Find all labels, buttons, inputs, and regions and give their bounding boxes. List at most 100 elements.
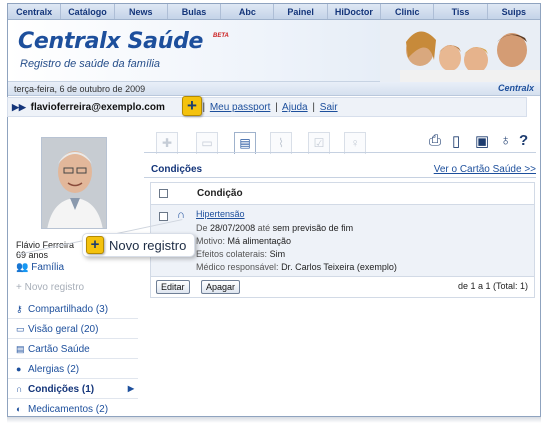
tab-new-record[interactable]: ✚	[156, 132, 178, 154]
nav-item-suips[interactable]: Suips	[488, 4, 540, 19]
family-link-label: Família	[31, 262, 65, 273]
table-row: ∩ Hipertensão De 28/07/2008 até sem prev…	[151, 205, 534, 277]
sidebar-item-cartao-saude[interactable]: ▤ Cartão Saúde	[8, 339, 138, 359]
ajuda-link[interactable]: Ajuda	[282, 102, 308, 113]
left-column: Flávio Ferreira 69 anos 👥 Família + Novo…	[8, 124, 138, 416]
sidebar-item-label: Cartão Saúde	[28, 344, 90, 355]
tab-folder[interactable]: ▭	[196, 132, 218, 154]
sidebar-item-medicamentos[interactable]: ◐ Medicamentos (2)	[8, 399, 138, 416]
nav-item-catalogo[interactable]: Catálogo	[61, 4, 115, 19]
section-divider	[144, 177, 536, 178]
column-header-condicao: Condição	[197, 188, 243, 199]
table-actions: Editar Apagar de 1 a 1 (Total: 1)	[151, 277, 534, 297]
sidebar-item-condicoes[interactable]: ∩ Condições (1) ▶	[8, 379, 138, 399]
plus-icon: +	[86, 236, 104, 254]
sidebar-item-alergias[interactable]: ● Alergias (2)	[8, 359, 138, 379]
beta-badge: BETA	[213, 33, 229, 39]
medico-label: Médico responsável:	[196, 262, 279, 272]
stethoscope-icon: ∩	[16, 384, 23, 394]
condition-efeitos: Efeitos colaterais: Sim	[196, 249, 285, 259]
date-bar: terça-feira, 6 de outubro de 2009 Centra…	[8, 82, 540, 96]
medico-value: Dr. Carlos Teixeira (exemplo)	[281, 262, 397, 272]
motivo-label: Motivo:	[196, 236, 226, 246]
avatar	[41, 137, 107, 229]
frame-shadow	[7, 417, 541, 423]
sidebar-item-label: Condições (1)	[28, 384, 95, 395]
meu-passport-link[interactable]: Meu passport	[210, 102, 271, 113]
sidebar-item-compartilhado[interactable]: ⚷ Compartilhado (3)	[8, 299, 138, 319]
paperclip-icon: ⌇	[278, 136, 284, 150]
nav-item-bulas[interactable]: Bulas	[168, 4, 222, 19]
sidebar-item-visao-geral[interactable]: ▭ Visão geral (20)	[8, 319, 138, 339]
tab-attachment[interactable]: ⌇	[270, 132, 292, 154]
lightbulb-icon[interactable]: ♁	[500, 132, 511, 149]
efeitos-value: Sim	[269, 249, 286, 259]
chevron-right-icon: ▶	[127, 384, 134, 393]
phone-icon[interactable]: ▯	[452, 132, 460, 150]
section-title: Condições	[151, 164, 203, 175]
tv-icon[interactable]: ▣	[475, 132, 489, 150]
plus-icon: +	[16, 282, 22, 293]
tab-ribbon[interactable]: ♀	[344, 132, 366, 154]
nav-item-tiss[interactable]: Tiss	[434, 4, 488, 19]
nav-item-painel[interactable]: Painel	[274, 4, 328, 19]
people-icon: 👥	[16, 262, 29, 273]
pill-icon: ◐	[16, 404, 22, 414]
novo-registro-link[interactable]: + Novo registro	[16, 282, 84, 293]
sidebar: ⚷ Compartilhado (3) ▭ Visão geral (20) ▤ Ca…	[8, 299, 138, 416]
folder-icon: ▭	[201, 136, 213, 150]
top-nav: Centralx Catálogo News Bulas Abc Painel …	[8, 4, 540, 20]
sidebar-item-label: Alergias (2)	[28, 364, 80, 375]
help-icon[interactable]: ?	[519, 132, 528, 149]
centralx-mini-logo: Centralx	[497, 83, 534, 93]
brand-logo[interactable]: Centralx Saúde	[18, 29, 203, 54]
period-label: De	[196, 223, 208, 233]
period-sep: até	[257, 223, 271, 233]
user-bar: ▶▶ flavioferreira@exemplo.com | Meu pass…	[7, 97, 527, 117]
delete-button[interactable]: Apagar	[201, 280, 241, 294]
family-link[interactable]: 👥 Família	[16, 262, 64, 273]
motivo-value: Má alimentação	[227, 236, 292, 246]
tab-checklist[interactable]: ☑	[308, 132, 330, 154]
nav-item-centralx[interactable]: Centralx	[8, 4, 62, 19]
nav-item-abc[interactable]: Abc	[221, 4, 275, 19]
tooltip-label: Novo registro	[109, 238, 187, 253]
app-frame: Centralx Catálogo News Bulas Abc Painel …	[7, 3, 541, 417]
banner: Centralx Saúde BETA Registro de saúde da…	[8, 20, 540, 82]
condition-period: De 28/07/2008 até sem previsão de fim	[196, 223, 353, 233]
novo-registro-tooltip[interactable]: + Novo registro	[82, 233, 196, 257]
nav-item-news[interactable]: News	[115, 4, 168, 19]
tab-divider	[144, 152, 536, 153]
ver-cartao-link[interactable]: Ver o Cartão Saúde >>	[434, 164, 536, 175]
conditions-table: Condição ∩ Hipertensão De 28/07/2008 até…	[150, 182, 535, 298]
novo-registro-label: Novo registro	[24, 282, 85, 293]
nav-item-hidoctor[interactable]: HiDoctor	[328, 4, 382, 19]
table-header: Condição	[151, 183, 534, 205]
plus-icon[interactable]: +	[182, 96, 202, 116]
card-icon: ▤	[239, 136, 251, 150]
period-start: 28/07/2008	[210, 223, 256, 233]
row-checkbox[interactable]	[159, 212, 168, 221]
user-email: flavioferreira@exemplo.com	[30, 102, 165, 113]
sidebar-item-label: Medicamentos (2)	[28, 404, 109, 415]
card-icon: ▤	[16, 344, 25, 354]
drop-icon: ●	[16, 364, 22, 374]
current-date: terça-feira, 6 de outubro de 2009	[14, 84, 146, 94]
condition-motivo: Motivo: Má alimentação	[196, 236, 291, 246]
main-content: ✚ ▭ ▤ ⌇ ☑ ♀ ⎙ ▯ ▣ ♁ ? Condições Ver o Ca…	[144, 124, 536, 416]
plus-icon: ✚	[161, 136, 173, 150]
sidebar-item-label: Visão geral (20)	[28, 324, 99, 335]
family-photo	[380, 20, 540, 82]
edit-button[interactable]: Editar	[156, 280, 190, 294]
condition-medico: Médico responsável: Dr. Carlos Teixeira …	[196, 262, 397, 272]
select-all-checkbox[interactable]	[159, 189, 168, 198]
sair-link[interactable]: Sair	[320, 102, 338, 113]
checklist-icon: ☑	[313, 136, 325, 150]
pagination-info: de 1 a 1 (Total: 1)	[457, 281, 528, 291]
print-icon[interactable]: ⎙	[429, 132, 441, 149]
nav-item-clinic[interactable]: Clinic	[381, 4, 435, 19]
period-end: sem previsão de fim	[272, 223, 354, 233]
double-arrow-icon: ▶▶	[12, 102, 26, 112]
condition-link[interactable]: Hipertensão	[196, 209, 245, 219]
tab-card[interactable]: ▤	[234, 132, 256, 154]
